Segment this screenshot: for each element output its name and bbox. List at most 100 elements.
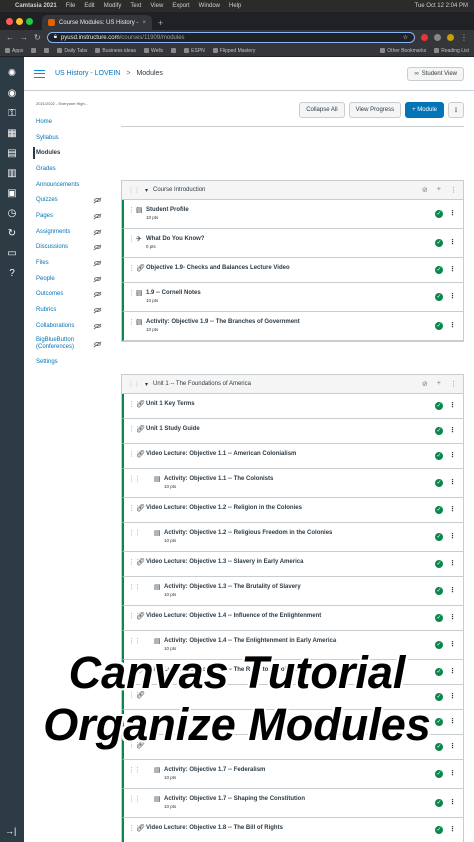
published-check-icon[interactable]: ✓: [435, 506, 443, 514]
collapse-caret-icon[interactable]: ▾: [145, 381, 148, 388]
published-check-icon[interactable]: ✓: [435, 452, 443, 460]
admin-icon[interactable]: ⚿: [6, 107, 19, 120]
module-item[interactable]: ⋮⋮ ▤ Activity: Objective 1.9 -- The Branch…: [122, 312, 463, 341]
item-menu-icon[interactable]: ⋮: [449, 426, 456, 434]
menu-app[interactable]: Camtasia 2021: [15, 3, 57, 9]
published-check-icon[interactable]: ✓: [435, 479, 443, 487]
item-menu-icon[interactable]: ⋮: [449, 321, 456, 329]
hidden-eye-icon[interactable]: [94, 342, 101, 347]
account-icon[interactable]: ◉: [6, 87, 19, 100]
module-item-title[interactable]: Activity: Objective 1.4 -- The Enlighten…: [164, 638, 336, 644]
drag-handle-icon[interactable]: ⋮⋮: [128, 558, 141, 566]
module-item[interactable]: ⋮⋮ ✈ What Do You Know? 0 pts ✓ ⋮: [122, 229, 463, 258]
module-item-title[interactable]: Video Lecture: Objective 1.4 -- Influenc…: [146, 613, 321, 619]
course-nav-item[interactable]: Pages: [36, 208, 109, 224]
bookmark-item[interactable]: [31, 48, 37, 53]
student-view-button[interactable]: ∞ Student View: [407, 66, 464, 81]
hidden-eye-icon[interactable]: [94, 213, 101, 218]
reload-icon[interactable]: ↻: [34, 33, 41, 42]
item-menu-icon[interactable]: ⋮: [449, 209, 456, 217]
menu-view[interactable]: View: [150, 3, 163, 9]
address-bar[interactable]: 🔒︎ pyusd.instructure.com/courses/11909/m…: [46, 32, 415, 43]
published-check-icon[interactable]: ✓: [435, 210, 443, 218]
drag-handle-icon[interactable]: ⋮⋮: [128, 504, 141, 512]
module-item-title[interactable]: Video Lecture: Objective 1.8 -- The Bill…: [146, 825, 283, 831]
module-item[interactable]: ⋮⋮ 🔗︎ Video Lecture: Objective 1.4 -- Infl…: [122, 606, 463, 631]
module-item[interactable]: ⋮⋮ ▤ Activity: Objective 1.1 -- The Coloni…: [122, 469, 463, 498]
module-item-title[interactable]: Video Lecture: Objective 1.3 -- Slavery …: [146, 559, 303, 565]
module-item[interactable]: ⋮⋮ ▤ Activity: Objective 1.3 -- The Brutal…: [122, 577, 463, 606]
module-item-title[interactable]: 1.9 -- Cornell Notes: [146, 290, 201, 296]
menu-help[interactable]: Help: [229, 3, 241, 9]
item-menu-icon[interactable]: ⋮: [449, 586, 456, 594]
published-check-icon[interactable]: ✓: [435, 427, 443, 435]
module-item[interactable]: ⋮⋮ 🔗︎ Video Lecture: Objective 1.8 -- The …: [122, 818, 463, 842]
item-menu-icon[interactable]: ⋮: [449, 559, 456, 567]
commons-icon[interactable]: ↻: [6, 227, 19, 240]
drag-handle-icon[interactable]: ⋮⋮: [128, 400, 141, 408]
published-check-icon[interactable]: ✓: [435, 402, 443, 410]
module-item[interactable]: ⋮⋮ ▤ Activity: Objective 1.2 -- Religious …: [122, 523, 463, 552]
profile-avatar[interactable]: [447, 34, 454, 41]
browser-tab[interactable]: Course Modules: US History - ×: [42, 15, 152, 30]
drag-handle-icon[interactable]: ⋮⋮: [128, 824, 141, 832]
module-item[interactable]: ⋮⋮ 🔗︎ Video Lecture: Objective 1.1 -- Amer…: [122, 444, 463, 469]
collapse-caret-icon[interactable]: ▾: [145, 187, 148, 194]
item-menu-icon[interactable]: ⋮: [449, 798, 456, 806]
module-item[interactable]: ⋮⋮ ▤ Student Profile 10 pts ✓ ⋮: [122, 200, 463, 229]
other-bookmarks[interactable]: Other Bookmarks: [380, 48, 426, 54]
course-nav-item[interactable]: Outcomes: [36, 287, 109, 303]
hidden-eye-icon[interactable]: [94, 261, 101, 266]
minimize-window-button[interactable]: [16, 18, 23, 25]
module-item[interactable]: ⋮⋮ 🔗︎ Unit 1 Key Terms ✓ ⋮: [122, 394, 463, 419]
hidden-eye-icon[interactable]: [94, 292, 101, 297]
bookmark-item[interactable]: [44, 48, 50, 53]
dashboard-icon[interactable]: ▦: [6, 127, 19, 140]
drag-handle-icon[interactable]: ⋮⋮: [128, 289, 141, 297]
drag-handle-icon[interactable]: ⋮⋮: [128, 612, 141, 620]
course-nav-item[interactable]: Discussions: [36, 240, 109, 256]
module-item-title[interactable]: Video Lecture: Objective 1.1 -- American…: [146, 451, 296, 457]
hidden-eye-icon[interactable]: [94, 323, 101, 328]
view-progress-button[interactable]: View Progress: [348, 102, 402, 118]
course-nav-item[interactable]: Collaborations: [36, 318, 109, 334]
item-menu-icon[interactable]: ⋮: [449, 613, 456, 621]
inbox-icon[interactable]: ▣: [6, 187, 19, 200]
module-item[interactable]: ⋮⋮ 🔗︎ Objective 1.9- Checks and Balances L…: [122, 258, 463, 283]
published-check-icon[interactable]: ✓: [435, 322, 443, 330]
item-menu-icon[interactable]: ⋮: [449, 238, 456, 246]
item-menu-icon[interactable]: ⋮: [449, 401, 456, 409]
item-menu-icon[interactable]: ⋮: [449, 505, 456, 513]
back-icon[interactable]: ←: [6, 33, 14, 42]
bookmark-espn[interactable]: ESPN: [184, 48, 205, 54]
drag-handle-icon[interactable]: ⋮⋮: [128, 235, 141, 243]
module-menu-icon[interactable]: ⋮: [450, 380, 457, 388]
module-item-title[interactable]: What Do You Know?: [146, 236, 204, 242]
module-item[interactable]: ⋮⋮ 🔗︎ Unit 1 Study Guide ✓ ⋮: [122, 419, 463, 444]
module-item[interactable]: ⋮⋮ 🔗︎ Video Lecture: Objective 1.2 -- Reli…: [122, 498, 463, 523]
module-menu-icon[interactable]: ⋮: [450, 186, 457, 194]
module-item-title[interactable]: Activity: Objective 1.7 -- Federalism: [164, 767, 265, 773]
course-nav-item[interactable]: Assignments: [36, 224, 109, 240]
item-menu-icon[interactable]: ⋮: [449, 478, 456, 486]
new-tab-icon[interactable]: +: [158, 18, 163, 28]
item-menu-icon[interactable]: ⋮: [449, 292, 456, 300]
extension-icon[interactable]: [434, 34, 441, 41]
module-item[interactable]: ⋮⋮ ▤ Activity: Objective 1.7 -- Shaping th…: [122, 789, 463, 818]
course-nav-item[interactable]: Files: [36, 255, 109, 271]
drag-handle-icon[interactable]: ⋮⋮: [128, 475, 141, 483]
bookmark-apps[interactable]: Apps: [5, 48, 23, 54]
hidden-eye-icon[interactable]: [94, 276, 101, 281]
collapse-nav-icon[interactable]: →|: [5, 826, 16, 836]
hidden-eye-icon[interactable]: [94, 229, 101, 234]
zoom-window-button[interactable]: [26, 18, 33, 25]
drag-handle-icon[interactable]: ⋮⋮: [128, 583, 141, 591]
module-item-title[interactable]: Activity: Objective 1.2 -- Religious Fre…: [164, 530, 332, 536]
item-menu-icon[interactable]: ⋮: [449, 769, 456, 777]
bookmark-business-ideas[interactable]: Business ideas: [95, 48, 136, 54]
menu-window[interactable]: Window: [199, 3, 220, 9]
module-item-title[interactable]: Activity: Objective 1.1 -- The Colonists: [164, 476, 273, 482]
course-nav-item[interactable]: Rubrics: [36, 302, 109, 318]
add-item-icon[interactable]: +: [437, 380, 441, 388]
menu-text[interactable]: Text: [130, 3, 141, 9]
